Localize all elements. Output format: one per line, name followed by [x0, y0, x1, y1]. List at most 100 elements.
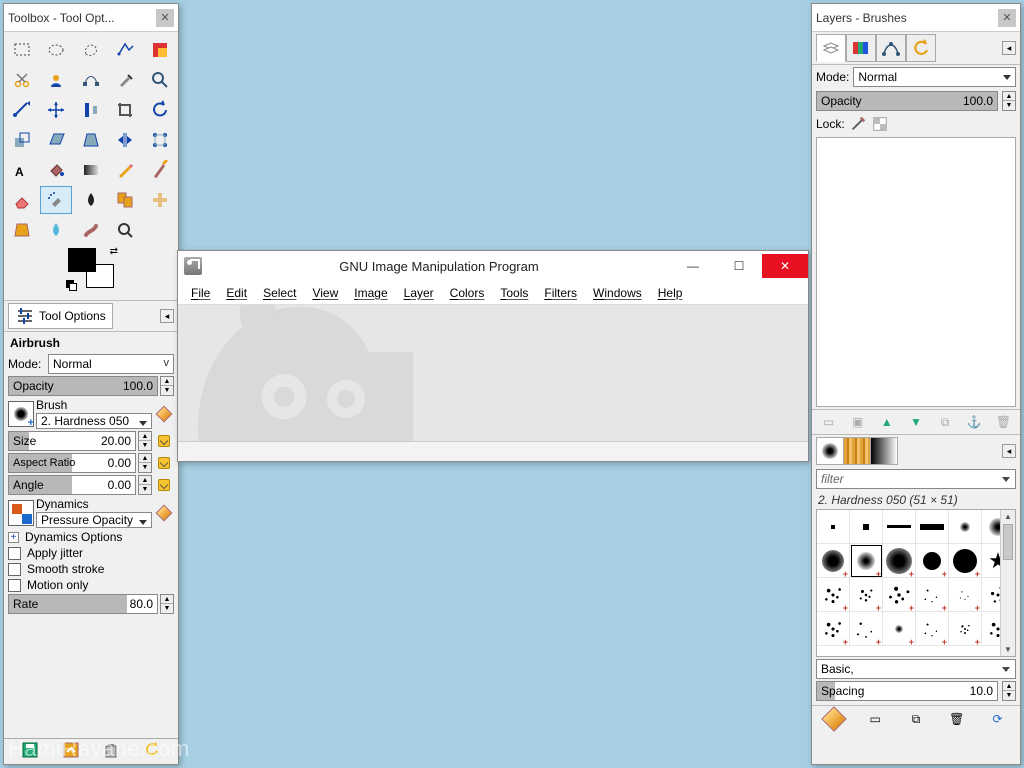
reset-angle-button[interactable] — [154, 475, 174, 495]
angle-spinner[interactable]: ▲▼ — [138, 475, 152, 495]
menu-layer[interactable]: Layer — [397, 284, 441, 302]
mode-combo[interactable]: Normal — [48, 354, 174, 374]
tool-foreground-select[interactable] — [40, 66, 72, 94]
menu-windows[interactable]: Windows — [586, 284, 649, 302]
brush-preview[interactable] — [8, 401, 34, 427]
brush-filter-input[interactable]: filter — [816, 469, 1016, 489]
tool-align[interactable] — [75, 96, 107, 124]
rate-spinner[interactable]: ▲▼ — [160, 594, 174, 614]
tool-bucket-fill[interactable] — [40, 156, 72, 184]
tool-ellipse-select[interactable] — [40, 36, 72, 64]
patterns-tab[interactable] — [843, 437, 871, 465]
new-brush-icon[interactable]: ▭ — [866, 710, 884, 728]
brush-item[interactable]: + — [817, 578, 850, 612]
edit-dynamics-button[interactable] — [154, 503, 174, 523]
edit-brush-button[interactable] — [154, 404, 174, 424]
opacity-spinner[interactable]: ▲▼ — [160, 376, 174, 396]
lock-pixels-icon[interactable] — [849, 115, 867, 133]
minimize-button[interactable]: — — [670, 254, 716, 278]
tool-blur-sharpen[interactable] — [40, 216, 72, 244]
menu-select[interactable]: Select — [256, 284, 303, 302]
tool-color-picker[interactable] — [109, 66, 141, 94]
refresh-brushes-icon[interactable]: ⟳ — [989, 710, 1007, 728]
gradients-tab[interactable] — [870, 437, 898, 465]
dock-menu-icon[interactable]: ◂ — [1002, 41, 1016, 55]
canvas-area[interactable] — [178, 305, 808, 441]
tool-perspective[interactable] — [75, 126, 107, 154]
new-layer-icon[interactable]: ▭ — [820, 413, 838, 431]
foreground-color-swatch[interactable] — [68, 248, 96, 272]
tool-pencil[interactable] — [109, 156, 141, 184]
brush-item[interactable] — [916, 510, 949, 544]
tool-clone[interactable] — [109, 186, 141, 214]
tool-scale[interactable] — [6, 126, 38, 154]
brush-item-selected[interactable]: + — [850, 544, 883, 578]
brush-name-combo[interactable]: 2. Hardness 050 — [36, 413, 152, 429]
aspect-spinner[interactable]: ▲▼ — [138, 453, 152, 473]
brush-item[interactable]: + — [883, 544, 916, 578]
brush-item[interactable]: + — [949, 544, 982, 578]
menu-view[interactable]: View — [305, 284, 345, 302]
delete-layer-icon[interactable]: 🗑 — [994, 413, 1012, 431]
main-titlebar[interactable]: GNU Image Manipulation Program — ☐ ✕ — [178, 251, 808, 281]
tool-flip[interactable] — [109, 126, 141, 154]
dock-menu-icon[interactable]: ◂ — [160, 309, 174, 323]
menu-tools[interactable]: Tools — [493, 284, 535, 302]
spacing-slider[interactable]: Spacing10.0 — [816, 681, 998, 701]
layers-tab[interactable] — [816, 34, 846, 62]
swap-colors-icon[interactable]: ⇄ — [110, 246, 118, 257]
tool-fuzzy-select[interactable] — [109, 36, 141, 64]
tool-shear[interactable] — [40, 126, 72, 154]
tool-paintbrush[interactable] — [144, 156, 176, 184]
layer-opacity-spinner[interactable]: ▲▼ — [1002, 91, 1016, 111]
motion-only-checkbox[interactable]: Motion only — [8, 578, 174, 592]
brush-item[interactable]: + — [850, 612, 883, 646]
close-icon[interactable]: ✕ — [998, 9, 1016, 27]
raise-layer-icon[interactable]: ▲ — [878, 413, 896, 431]
tool-by-color-select[interactable] — [144, 36, 176, 64]
tool-rect-select[interactable] — [6, 36, 38, 64]
menu-file[interactable]: File — [184, 284, 217, 302]
layer-opacity-slider[interactable]: Opacity100.0 — [816, 91, 998, 111]
opacity-slider[interactable]: Opacity 100.0 — [8, 376, 158, 396]
tool-measure[interactable] — [6, 96, 38, 124]
dynamics-name-combo[interactable]: Pressure Opacity — [36, 512, 152, 528]
brushes-tab[interactable] — [816, 437, 844, 465]
spacing-spinner[interactable]: ▲▼ — [1002, 681, 1016, 701]
channels-tab[interactable] — [846, 34, 876, 62]
brush-item[interactable]: + — [817, 544, 850, 578]
tool-text[interactable]: A — [6, 156, 38, 184]
duplicate-layer-icon[interactable]: ⧉ — [936, 413, 954, 431]
rate-slider[interactable]: Rate80.0 — [8, 594, 158, 614]
brush-item[interactable]: + — [949, 578, 982, 612]
brush-item[interactable] — [883, 510, 916, 544]
brush-item[interactable] — [949, 510, 982, 544]
brush-item[interactable]: + — [850, 578, 883, 612]
lock-alpha-icon[interactable] — [871, 115, 889, 133]
tool-crop[interactable] — [109, 96, 141, 124]
menu-edit[interactable]: Edit — [219, 284, 254, 302]
anchor-layer-icon[interactable]: ⚓ — [965, 413, 983, 431]
brush-scrollbar[interactable]: ▲▼ — [1000, 510, 1015, 656]
brush-item[interactable]: + — [916, 578, 949, 612]
menu-help[interactable]: Help — [651, 284, 690, 302]
tool-dodge-burn[interactable] — [109, 216, 141, 244]
tool-airbrush[interactable] — [40, 186, 72, 214]
layer-group-icon[interactable]: ▣ — [849, 413, 867, 431]
dynamics-options-expander[interactable]: +Dynamics Options — [8, 530, 174, 544]
toolbox-titlebar[interactable]: Toolbox - Tool Opt... ✕ — [4, 4, 178, 32]
brush-item[interactable] — [850, 510, 883, 544]
menu-image[interactable]: Image — [347, 284, 394, 302]
reset-size-button[interactable] — [154, 431, 174, 451]
tool-heal[interactable] — [144, 186, 176, 214]
brush-preset-combo[interactable]: Basic, — [816, 659, 1016, 679]
menu-filters[interactable]: Filters — [537, 284, 584, 302]
edit-brush-icon[interactable] — [825, 710, 843, 728]
tool-cage[interactable] — [144, 126, 176, 154]
layer-mode-combo[interactable]: Normal — [853, 67, 1016, 87]
layers-titlebar[interactable]: Layers - Brushes ✕ — [812, 4, 1020, 32]
brush-item[interactable]: + — [883, 612, 916, 646]
dock-menu-icon[interactable]: ◂ — [1002, 444, 1016, 458]
brush-item[interactable]: + — [949, 612, 982, 646]
duplicate-brush-icon[interactable]: ⧉ — [907, 710, 925, 728]
